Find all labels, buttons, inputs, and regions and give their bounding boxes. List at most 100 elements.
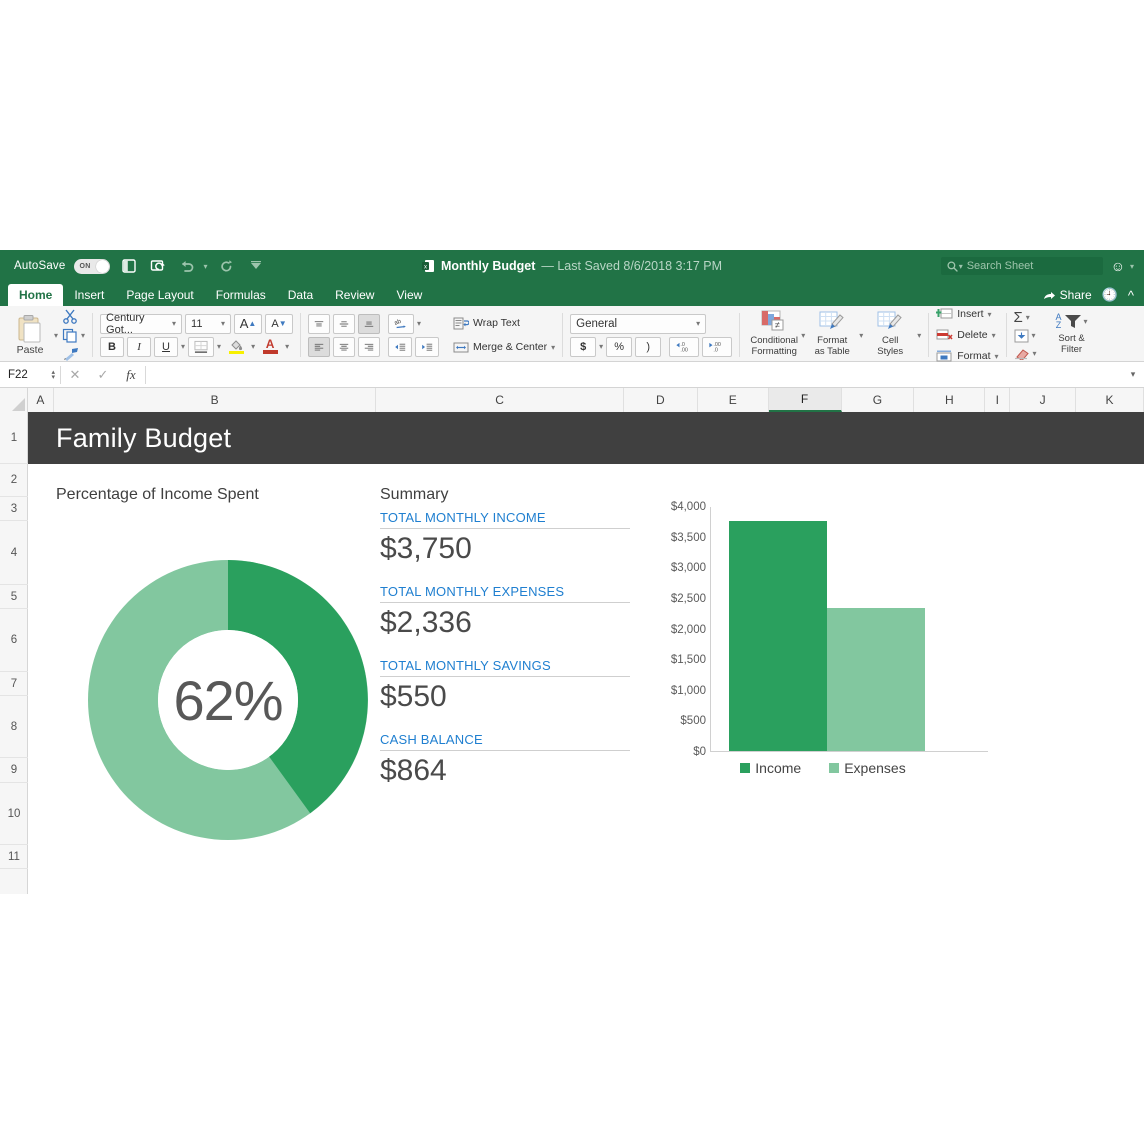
percent-format-button[interactable]: %: [606, 336, 633, 357]
underline-caret-icon[interactable]: ▾: [181, 342, 185, 351]
align-left-button[interactable]: [308, 336, 331, 357]
name-box[interactable]: F22 ▴ ▾: [0, 362, 60, 388]
version-history-icon[interactable]: 🕘: [1102, 287, 1118, 303]
cut-button[interactable]: [62, 309, 85, 324]
align-center-button[interactable]: [333, 336, 356, 357]
search-input[interactable]: ▾ Search Sheet: [940, 257, 1103, 275]
customize-toolbar-icon[interactable]: [246, 256, 266, 276]
orientation-caret-icon[interactable]: ▾: [417, 319, 421, 328]
comma-format-button[interactable]: ): [635, 336, 662, 357]
cancel-formula-icon[interactable]: ✕: [61, 367, 89, 383]
legend-item-expenses[interactable]: Expenses: [829, 760, 906, 776]
autosum-button[interactable]: Σ ▾: [1014, 310, 1037, 325]
tab-page-layout[interactable]: Page Layout: [115, 284, 204, 306]
tab-home[interactable]: Home: [8, 284, 64, 306]
copy-button[interactable]: ▾: [62, 328, 85, 343]
conditional-formatting-button[interactable]: ≠ Conditional Formatting: [747, 310, 801, 360]
increase-decimal-button[interactable]: .0.00: [669, 336, 700, 357]
row-header-7[interactable]: 7: [0, 672, 28, 696]
sort-filter-caret-icon[interactable]: ▾: [1084, 317, 1088, 326]
column-header-b[interactable]: B: [53, 388, 377, 412]
insert-function-icon[interactable]: fx: [117, 367, 145, 383]
font-color-caret-icon[interactable]: ▾: [285, 342, 289, 351]
confirm-formula-icon[interactable]: ✓: [89, 367, 117, 383]
borders-button[interactable]: [188, 336, 215, 357]
decrease-decimal-button[interactable]: .00.0: [702, 336, 733, 357]
number-format-select[interactable]: General ▾: [570, 313, 707, 334]
row-header-5[interactable]: 5: [0, 585, 28, 609]
column-header-g[interactable]: G: [841, 388, 915, 412]
tab-formulas[interactable]: Formulas: [205, 284, 277, 306]
fill-color-caret-icon[interactable]: ▾: [251, 342, 255, 351]
format-caret-icon[interactable]: ▾: [995, 352, 999, 361]
currency-caret-icon[interactable]: ▾: [599, 342, 603, 351]
row-header-3[interactable]: 3: [0, 497, 28, 521]
column-header-e[interactable]: E: [697, 388, 769, 412]
donut-chart[interactable]: 62%: [88, 560, 368, 840]
column-header-j[interactable]: J: [1010, 388, 1077, 412]
fill-caret-icon[interactable]: ▾: [1032, 331, 1036, 340]
row-header-10[interactable]: 10: [0, 783, 28, 845]
orientation-button[interactable]: ab: [388, 313, 415, 334]
decrease-indent-button[interactable]: [388, 336, 413, 357]
font-color-button[interactable]: A: [258, 337, 282, 357]
column-header-f[interactable]: F: [768, 388, 842, 412]
smiley-dropdown-caret-icon[interactable]: ▾: [1130, 262, 1134, 271]
row-header-2[interactable]: 2: [0, 464, 28, 497]
clear-button[interactable]: ▾: [1014, 347, 1037, 360]
fill-button[interactable]: ▾: [1014, 329, 1037, 343]
expand-formula-bar-icon[interactable]: ▾: [1122, 369, 1144, 380]
column-header-a[interactable]: A: [27, 388, 54, 412]
delete-cells-button[interactable]: Delete ▾: [936, 327, 998, 343]
sort-filter-button[interactable]: AZ ▾ Sort & Filter: [1045, 310, 1099, 360]
paste-dropdown-caret-icon[interactable]: ▾: [54, 331, 58, 340]
align-top-button[interactable]: [308, 313, 331, 334]
column-header-h[interactable]: H: [914, 388, 986, 412]
font-name-select[interactable]: Century Got... ▾: [100, 312, 183, 336]
format-painter-button[interactable]: [62, 347, 85, 361]
search-dropdown-caret-icon[interactable]: ▾: [959, 262, 963, 271]
currency-format-button[interactable]: $: [570, 336, 597, 357]
merge-center-caret-icon[interactable]: ▾: [551, 343, 555, 352]
wrap-text-button[interactable]: Wrap Text: [453, 315, 555, 331]
row-header-8[interactable]: 8: [0, 696, 28, 758]
column-header-d[interactable]: D: [623, 388, 698, 412]
italic-button[interactable]: I: [127, 336, 152, 357]
sync-icon[interactable]: [148, 256, 168, 276]
autosave-toggle[interactable]: ON: [74, 258, 111, 274]
formula-input[interactable]: [146, 362, 1122, 388]
align-middle-button[interactable]: [333, 313, 356, 334]
column-header-k[interactable]: K: [1076, 388, 1144, 412]
sheet-canvas[interactable]: Family Budget Percentage of Income Spent…: [28, 412, 1144, 894]
underline-button[interactable]: U: [154, 336, 179, 357]
align-bottom-button[interactable]: [358, 313, 381, 334]
bold-button[interactable]: B: [100, 336, 125, 357]
cell-styles-button[interactable]: Cell Styles: [863, 310, 917, 360]
redo-icon[interactable]: [217, 256, 237, 276]
smiley-icon[interactable]: ☺: [1111, 259, 1125, 273]
align-right-button[interactable]: [358, 336, 381, 357]
decrease-font-size-button[interactable]: A ▼: [265, 313, 294, 334]
row-header-9[interactable]: 9: [0, 758, 28, 783]
cell-styles-caret-icon[interactable]: ▾: [917, 331, 921, 340]
name-box-spinner-icon[interactable]: ▴ ▾: [51, 369, 55, 381]
tab-review[interactable]: Review: [324, 284, 385, 306]
insert-cells-button[interactable]: Insert ▾: [936, 306, 998, 322]
row-header-11[interactable]: 11: [0, 845, 28, 869]
merge-center-button[interactable]: Merge & Center ▾: [453, 339, 555, 355]
bar-chart[interactable]: $4,000 $3,500 $3,000 $2,500 $2,000 $1,50…: [658, 501, 988, 758]
increase-font-size-button[interactable]: A ▲: [234, 313, 263, 334]
row-header-4[interactable]: 4: [0, 521, 28, 585]
fill-color-button[interactable]: [224, 337, 248, 357]
select-all-corner[interactable]: [0, 388, 28, 412]
font-size-select[interactable]: 11 ▾: [185, 313, 232, 334]
increase-indent-button[interactable]: [415, 336, 440, 357]
paste-button[interactable]: Paste: [7, 314, 53, 356]
share-button[interactable]: Share: [1043, 288, 1092, 302]
tab-data[interactable]: Data: [277, 284, 324, 306]
tab-insert[interactable]: Insert: [63, 284, 115, 306]
undo-icon[interactable]: [177, 256, 197, 276]
format-as-table-button[interactable]: Format as Table: [805, 310, 859, 360]
undo-dropdown-caret-icon[interactable]: ▾: [203, 262, 207, 271]
clear-caret-icon[interactable]: ▾: [1033, 349, 1037, 358]
